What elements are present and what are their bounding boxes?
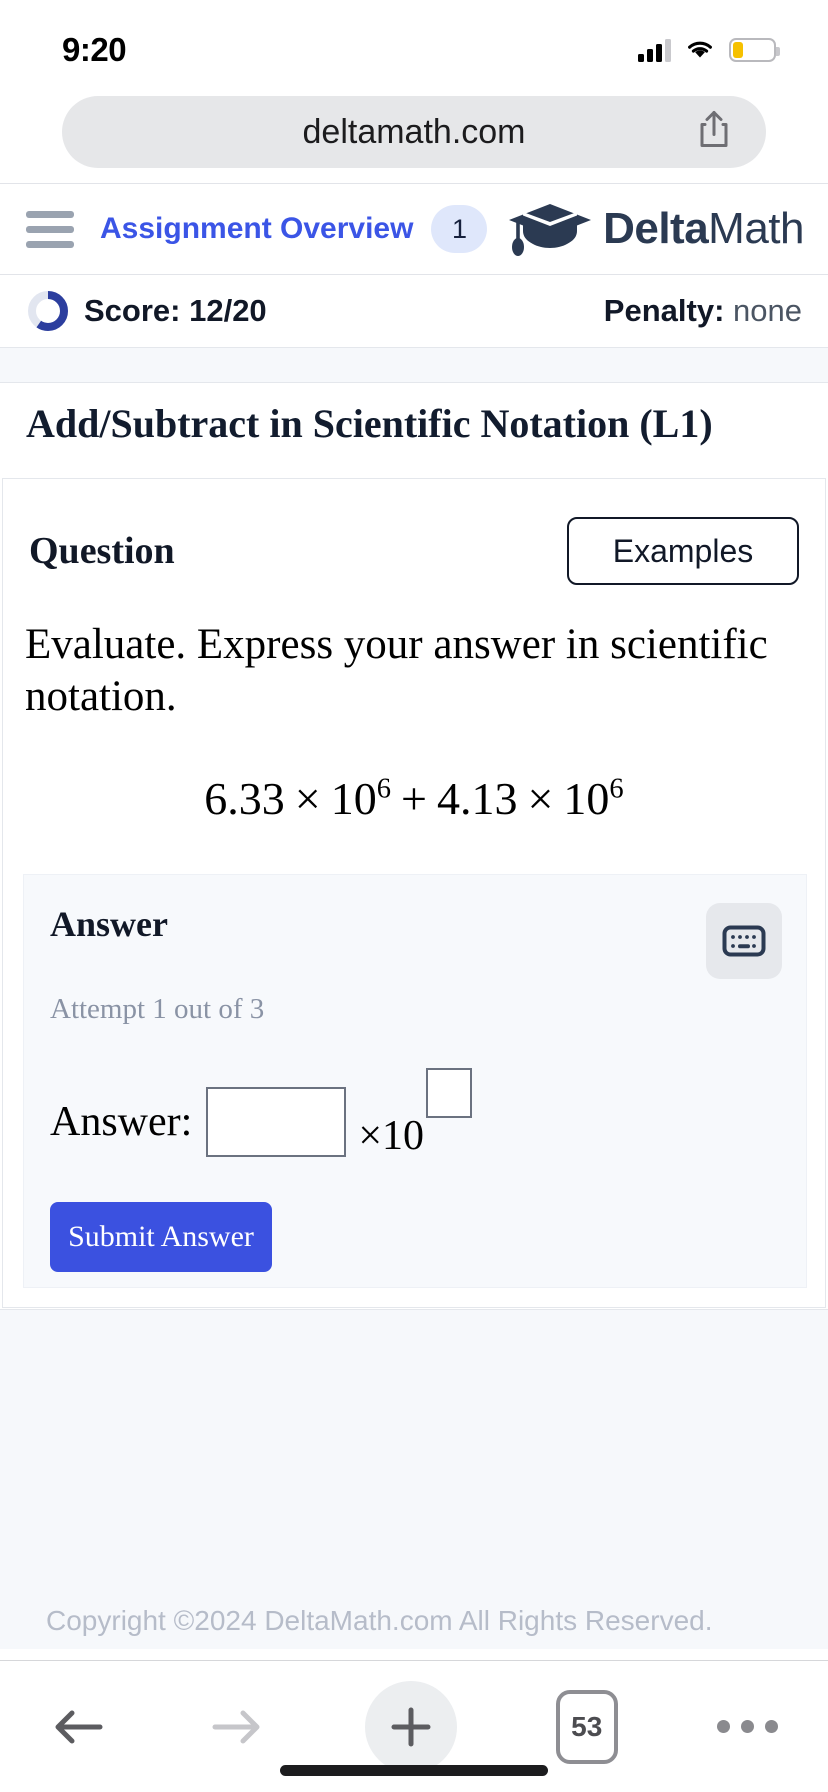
page-footer-area [0, 1309, 828, 1649]
answer-header: Answer [24, 875, 806, 979]
question-heading: Question [29, 530, 175, 572]
expr-b-exponent: 6 [609, 773, 624, 805]
site-nav-bar: Assignment Overview 1 DeltaMath [0, 184, 828, 274]
times-ten-label: ×10 [358, 1113, 424, 1159]
url-text: deltamath.com [302, 112, 526, 151]
brand-wordmark: DeltaMath [603, 204, 804, 254]
expr-a-mantissa: 6.33 [204, 772, 285, 824]
penalty-key: Penalty: [603, 293, 725, 328]
submit-answer-button[interactable]: Submit Answer [50, 1202, 272, 1272]
expr-a-base: 10 [330, 772, 377, 824]
cellular-signal-icon [638, 38, 671, 62]
more-dots-icon [717, 1720, 778, 1733]
url-bar[interactable]: deltamath.com [62, 96, 766, 168]
answer-input-row: Answer: ×10 [24, 1026, 806, 1160]
expr-operator: + [401, 772, 427, 824]
back-arrow-icon [55, 1710, 103, 1743]
keyboard-icon [722, 925, 766, 957]
question-header: Question Examples [3, 479, 825, 585]
section-spacer [0, 347, 828, 383]
math-expression: 6.33 × 106 +4.13 × 106 [3, 772, 825, 825]
expr-a-times: × [294, 772, 321, 824]
status-bar: 9:20 [0, 0, 828, 82]
score-label: Score: 12/20 [84, 293, 267, 328]
hamburger-menu-icon[interactable] [26, 210, 74, 248]
penalty-label: Penalty: none [604, 293, 802, 329]
plus-icon [391, 1707, 430, 1746]
new-tab-circle [364, 1680, 457, 1773]
examples-button[interactable]: Examples [567, 517, 799, 585]
answer-input-label: Answer: [50, 1099, 193, 1145]
graduation-cap-icon [509, 204, 592, 256]
new-tab-button[interactable] [364, 1680, 457, 1773]
keyboard-toggle-button[interactable] [706, 903, 782, 979]
home-indicator [280, 1765, 548, 1776]
wifi-icon [688, 41, 712, 58]
answer-panel: Answer Attempt 1 out of 3 Answer: ×10 Su… [23, 874, 807, 1288]
penalty-value: none [733, 293, 802, 328]
score-donut-icon [28, 291, 68, 331]
forward-arrow-icon [212, 1710, 260, 1743]
deltamath-logo[interactable]: DeltaMath [507, 198, 804, 260]
mantissa-input[interactable] [206, 1087, 347, 1157]
times-ten-text: ×10 [358, 1068, 472, 1160]
expr-b-mantissa: 4.13 [436, 772, 518, 824]
brand-delta: Delta [603, 204, 709, 253]
forward-button[interactable] [207, 1704, 265, 1750]
assignment-count-badge: 1 [431, 205, 488, 253]
expr-b-base: 10 [563, 772, 610, 824]
status-time: 9:20 [62, 31, 127, 68]
brand-math: Math [708, 204, 804, 253]
share-icon[interactable] [696, 109, 732, 156]
question-card: Question Examples Evaluate. Express your… [2, 478, 826, 1308]
score-bar: Score: 12/20 Penalty: none [0, 275, 828, 347]
assignment-overview-link[interactable]: Assignment Overview [100, 212, 413, 246]
browser-url-bar-container: deltamath.com [0, 94, 828, 170]
copyright-text: Copyright ©2024 DeltaMath.com All Rights… [46, 1605, 713, 1636]
tabs-button[interactable]: 53 [555, 1689, 618, 1764]
more-menu-button[interactable] [717, 1720, 778, 1733]
battery-low-icon [729, 38, 780, 62]
tab-count-box: 53 [555, 1689, 618, 1764]
expr-b-times: × [527, 772, 554, 824]
question-prompt: Evaluate. Express your answer in scienti… [25, 621, 768, 721]
status-indicators [638, 38, 780, 62]
attempt-counter: Attempt 1 out of 3 [50, 993, 265, 1025]
expr-a-exponent: 6 [376, 773, 392, 805]
page-title: Add/Subtract in Scientific Notation (L1) [26, 401, 713, 446]
answer-heading: Answer [50, 904, 168, 944]
phone-screen: 9:20 deltamath.com Assignment Overview 1… [0, 0, 828, 1792]
exponent-input[interactable] [426, 1068, 472, 1118]
back-button[interactable] [50, 1704, 108, 1750]
